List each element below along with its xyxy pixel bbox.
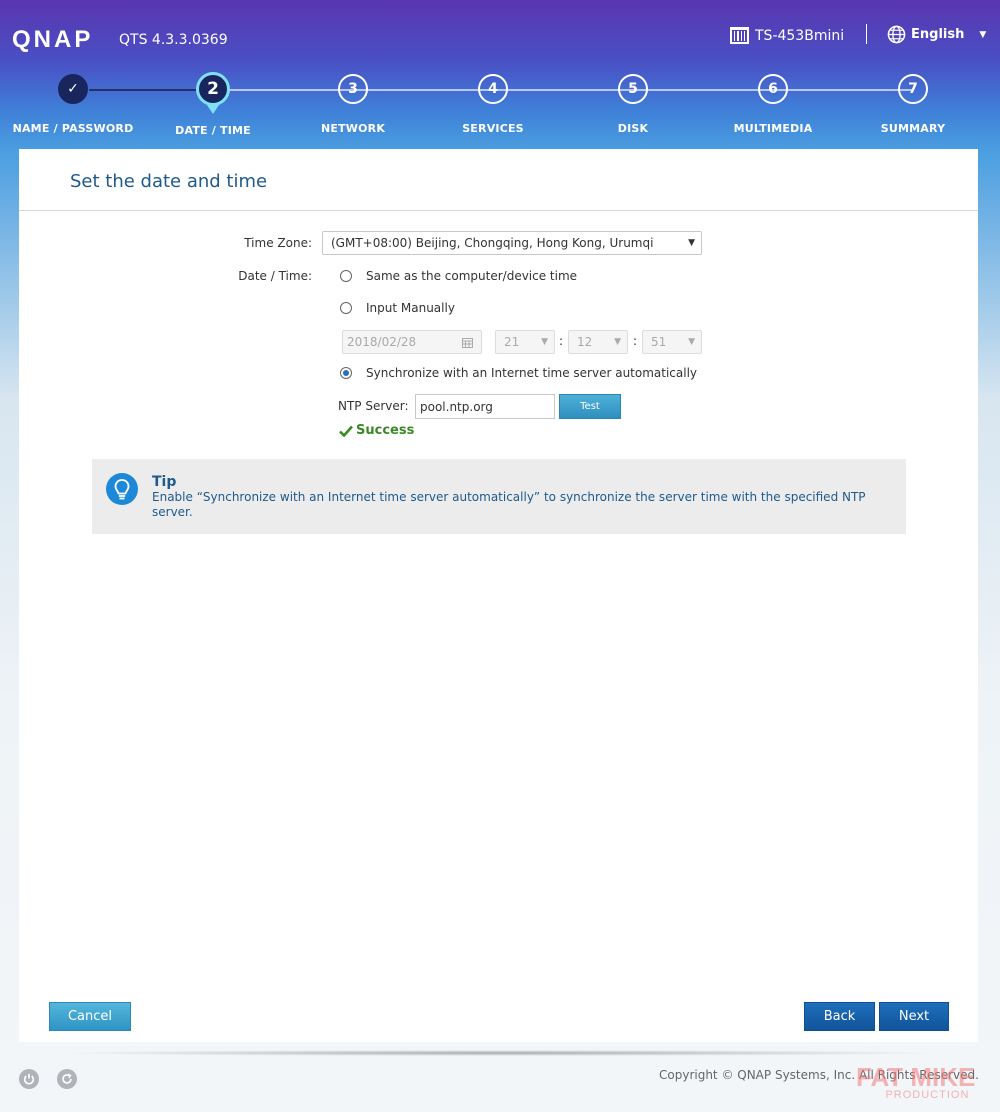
radio-label: Same as the computer/device time xyxy=(366,269,578,283)
step-date-time: 2 DATE / TIME xyxy=(143,72,283,137)
datetime-label: Date / Time: xyxy=(238,269,312,283)
step-label: MULTIMEDIA xyxy=(733,122,813,135)
back-button-label: Back xyxy=(823,1009,856,1024)
step-summary: 7 SUMMARY xyxy=(843,74,983,135)
device-name: TS-453Bmini xyxy=(755,27,845,44)
radio-label: Input Manually xyxy=(366,301,455,315)
hour-value: 21 xyxy=(504,335,520,349)
panel-shadow xyxy=(58,1050,942,1056)
chevron-down-icon: ▼ xyxy=(979,29,987,40)
step-number: 4 xyxy=(478,74,508,104)
second-select[interactable]: 51 ▼ xyxy=(642,330,702,354)
checkmark-icon xyxy=(339,425,353,437)
step-disk: 5 DISK xyxy=(563,74,703,135)
step-number: 6 xyxy=(758,74,788,104)
ntp-server-input[interactable]: pool.ntp.org xyxy=(415,394,555,419)
minute-value: 12 xyxy=(577,335,593,349)
ntp-status: Success xyxy=(339,423,414,438)
radio-button[interactable] xyxy=(340,270,352,282)
test-button[interactable]: Test xyxy=(559,394,621,419)
watermark: FAT MIKE PRODUCTION xyxy=(856,1062,976,1101)
timezone-select[interactable]: (GMT+08:00) Beijing, Chongqing, Hong Kon… xyxy=(322,231,702,255)
nas-device-icon xyxy=(730,27,749,44)
power-icon[interactable] xyxy=(19,1069,39,1089)
step-label: SUMMARY xyxy=(880,122,946,135)
step-number: 2 xyxy=(196,72,230,114)
date-value: 2018/02/28 xyxy=(347,335,417,349)
wizard-panel: Set the date and time Time Zone: (GMT+08… xyxy=(19,149,978,1042)
timezone-label: Time Zone: xyxy=(244,236,312,250)
cancel-button-label: Cancel xyxy=(67,1009,113,1024)
check-icon: ✓ xyxy=(58,74,88,104)
tip-title: Tip xyxy=(152,474,177,490)
step-number: 7 xyxy=(898,74,928,104)
ntp-server-label: NTP Server: xyxy=(338,399,409,413)
wizard-steps: ✓ NAME / PASSWORD 2 DATE / TIME 3 NETWOR… xyxy=(0,72,1000,144)
hour-select[interactable]: 21 ▼ xyxy=(495,330,555,354)
time-colon: : xyxy=(633,334,638,348)
date-input[interactable]: 2018/02/28 xyxy=(342,330,482,354)
step-number: 5 xyxy=(618,74,648,104)
globe-icon xyxy=(887,25,906,44)
tip-text: Enable “Synchronize with an Internet tim… xyxy=(152,490,866,519)
step-name-password: ✓ NAME / PASSWORD xyxy=(3,74,143,135)
qnap-logo: QNAP xyxy=(12,26,94,53)
step-network: 3 NETWORK xyxy=(283,74,423,135)
step-label: NAME / PASSWORD xyxy=(12,122,134,135)
radio-button[interactable] xyxy=(340,302,352,314)
calendar-icon xyxy=(462,337,473,348)
ntp-server-value: pool.ntp.org xyxy=(420,399,493,414)
chevron-down-icon: ▼ xyxy=(614,337,621,347)
success-text: Success xyxy=(356,423,415,438)
time-colon: : xyxy=(559,334,564,348)
step-multimedia: 6 MULTIMEDIA xyxy=(703,74,843,135)
language-label: English xyxy=(911,27,965,42)
step-label: NETWORK xyxy=(320,122,386,135)
header-separator xyxy=(866,24,867,44)
step-label: DATE / TIME xyxy=(175,124,251,137)
page-title: Set the date and time xyxy=(70,171,268,192)
title-divider xyxy=(19,210,978,211)
restart-icon[interactable] xyxy=(57,1069,77,1089)
watermark-text: FAT MIKE xyxy=(856,1062,976,1092)
qts-version: QTS 4.3.3.0369 xyxy=(119,32,228,48)
next-button-label: Next xyxy=(898,1009,930,1024)
chevron-down-icon: ▼ xyxy=(688,238,695,248)
second-value: 51 xyxy=(651,335,667,349)
lightbulb-icon xyxy=(106,473,138,505)
step-label: DISK xyxy=(617,122,649,135)
chevron-down-icon: ▼ xyxy=(688,337,695,347)
test-button-label: Test xyxy=(580,401,600,412)
minute-select[interactable]: 12 ▼ xyxy=(568,330,628,354)
step-number: 3 xyxy=(338,74,368,104)
language-selector[interactable]: English ▼ xyxy=(887,25,986,44)
chevron-down-icon: ▼ xyxy=(541,337,548,347)
step-label: SERVICES xyxy=(462,122,524,135)
header: QNAP QTS 4.3.3.0369 TS-453Bmini English … xyxy=(0,0,1000,150)
timezone-value: (GMT+08:00) Beijing, Chongqing, Hong Kon… xyxy=(331,236,654,250)
device-info: TS-453Bmini xyxy=(730,27,844,44)
radio-label: Synchronize with an Internet time server… xyxy=(366,366,698,380)
next-button[interactable]: Next xyxy=(879,1002,949,1031)
back-button[interactable]: Back xyxy=(804,1002,875,1031)
cancel-button[interactable]: Cancel xyxy=(49,1002,131,1031)
step-services: 4 SERVICES xyxy=(423,74,563,135)
radio-same-as-computer[interactable]: Same as the computer/device time xyxy=(340,269,577,283)
tip-box: Tip Enable “Synchronize with an Internet… xyxy=(92,459,906,534)
radio-button-selected[interactable] xyxy=(340,367,352,379)
radio-input-manually[interactable]: Input Manually xyxy=(340,301,455,315)
radio-sync-ntp[interactable]: Synchronize with an Internet time server… xyxy=(340,366,697,380)
